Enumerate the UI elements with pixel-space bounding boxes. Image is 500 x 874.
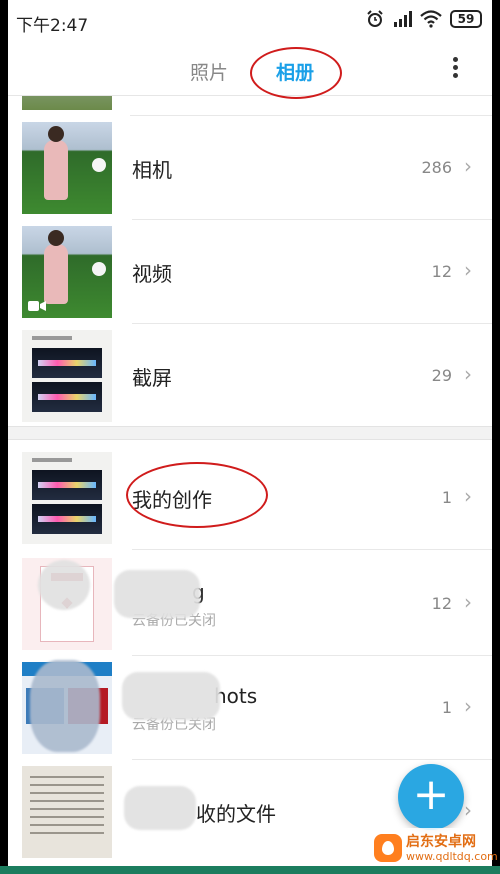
album-name: 视频 — [132, 262, 172, 286]
site-watermark: 启东安卓网 www.qdltdq.com — [370, 828, 498, 870]
status-time: 下午2:47 — [16, 16, 89, 36]
album-thumbnail — [22, 766, 112, 858]
top-tab-bar: 照片 相册 — [8, 44, 492, 99]
tab-photos[interactable]: 照片 — [190, 58, 228, 85]
privacy-blur — [114, 570, 200, 618]
annotation-circle — [250, 47, 342, 99]
album-name: 截屏 — [132, 366, 172, 390]
gallery-screen: 下午2:47 59 照片 相册 相机 286 › 视频 12 › 截屏 29 ›… — [8, 0, 492, 874]
chevron-right-icon: › — [464, 694, 472, 718]
album-count: 286 — [421, 158, 452, 177]
album-name: hots — [214, 684, 258, 708]
more-options-icon[interactable] — [448, 54, 462, 84]
device-frame: 下午2:47 59 照片 相册 相机 286 › 视频 12 › 截屏 29 ›… — [0, 0, 500, 874]
chevron-right-icon: › — [464, 484, 472, 508]
divider — [132, 549, 492, 550]
annotation-circle — [126, 462, 268, 528]
privacy-blur — [38, 560, 90, 610]
chevron-right-icon: › — [464, 154, 472, 178]
album-name: 收的文件 — [196, 802, 276, 826]
privacy-blur — [30, 660, 100, 752]
album-row-partial — [8, 96, 492, 116]
alarm-icon — [367, 10, 383, 27]
album-name: 相机 — [132, 158, 172, 182]
battery-indicator: 59 — [450, 10, 482, 28]
privacy-blur — [124, 786, 196, 830]
album-thumbnail — [22, 122, 112, 214]
album-thumbnail — [22, 96, 112, 110]
chevron-right-icon: › — [464, 362, 472, 386]
album-count: 12 — [431, 262, 452, 281]
watermark-logo-icon — [374, 834, 402, 862]
album-count: 1 — [441, 698, 452, 717]
privacy-blur — [122, 672, 220, 720]
bottom-strip — [0, 866, 500, 874]
album-row-camera[interactable]: 相机 286 › — [8, 116, 492, 220]
album-count: 29 — [431, 366, 452, 385]
album-thumbnail — [22, 226, 112, 318]
album-thumbnail — [22, 330, 112, 422]
add-album-button[interactable]: + — [398, 764, 464, 830]
wifi-icon — [420, 10, 442, 28]
signal-icon — [394, 11, 412, 27]
watermark-url: www.qdltdq.com — [406, 850, 498, 863]
status-bar: 下午2:47 59 — [8, 0, 492, 44]
chevron-right-icon: › — [464, 798, 472, 822]
album-row-videos[interactable]: 视频 12 › — [8, 220, 492, 324]
album-count: 12 — [431, 594, 452, 613]
album-row-screenshots[interactable]: 截屏 29 › — [8, 324, 492, 428]
video-camera-icon — [28, 301, 46, 311]
section-separator — [8, 426, 492, 440]
status-icons: 59 — [366, 10, 482, 28]
album-count: 1 — [441, 488, 452, 507]
album-thumbnail — [22, 452, 112, 544]
chevron-right-icon: › — [464, 590, 472, 614]
chevron-right-icon: › — [464, 258, 472, 282]
watermark-title: 启东安卓网 — [406, 834, 476, 850]
